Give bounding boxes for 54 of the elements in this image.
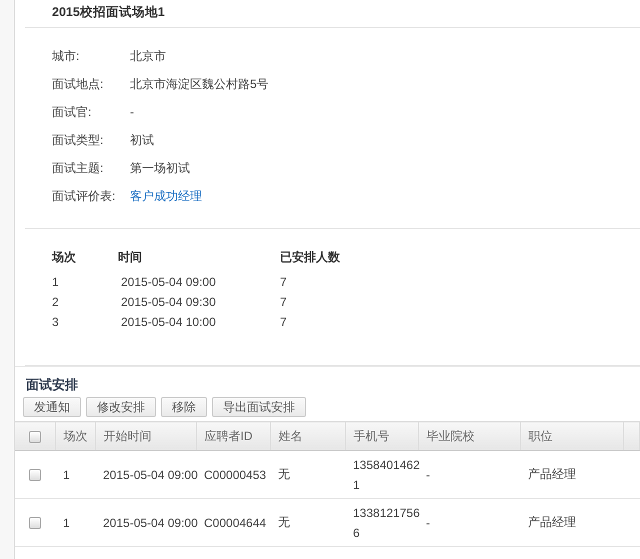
column-header: 应聘者ID [196, 422, 270, 450]
column-header: 已安排人数 [280, 249, 341, 266]
column-header: 时间 [118, 249, 143, 266]
field-label: 面试主题: [52, 160, 104, 176]
column-header: 开始时间 [95, 422, 196, 450]
column-header: 场次 [52, 249, 77, 266]
checkbox[interactable] [28, 430, 41, 443]
field-label: 面试地点: [52, 76, 104, 92]
field-label: 城市: [52, 48, 80, 64]
toolbar-button[interactable]: 发通知 [23, 397, 81, 417]
table-cell-text: 7 [280, 315, 288, 329]
table-cell: 2015-05-04 09:00 [95, 498, 196, 546]
toolbar-button[interactable]: 修改安排 [86, 397, 156, 417]
column-header: 毕业院校 [418, 422, 520, 450]
table-cell: C00004644 [196, 498, 270, 546]
table-cell-text: 2015-05-04 09:30 [120, 295, 217, 309]
table-cell: 无 [270, 450, 345, 498]
table-cell-text: 7 [280, 275, 288, 289]
column-header: 姓名 [270, 422, 345, 450]
checkbox[interactable] [29, 469, 41, 482]
table-cell-text: 3 [52, 315, 60, 329]
table-cell: 产品经理 [520, 450, 623, 498]
column-header: 场次 [55, 422, 95, 450]
table-cell: - [418, 498, 520, 546]
toolbar-button[interactable]: 导出面试安排 [212, 397, 306, 417]
checkbox[interactable] [29, 517, 41, 530]
field-value: 北京市 [130, 48, 166, 64]
table-cell-text: 13381217566 [353, 504, 421, 542]
table-cell: 1 [55, 450, 95, 498]
table-cell: 无 [270, 498, 345, 546]
field-label: 面试官: [52, 104, 92, 120]
column-header: 手机号 [345, 422, 418, 450]
table-cell-text: 7 [280, 295, 288, 309]
table-cell-text: 2015-05-04 09:00 [120, 275, 217, 289]
evaluation-link[interactable]: 客户成功经理 [130, 188, 202, 204]
column-header: 职位 [520, 422, 623, 450]
field-label: 面试评价表: [52, 188, 116, 204]
table-cell-text: 13584014621 [353, 456, 421, 494]
field-value: 北京市海淀区魏公村路5号 [130, 76, 269, 92]
venue-title: 2015校招面试场地1 [52, 5, 165, 19]
table-cell: 1 [55, 498, 95, 546]
table-cell-text: 1 [52, 275, 60, 289]
field-value: 第一场初试 [130, 160, 190, 176]
table-cell: - [418, 450, 520, 498]
section-title: 面试安排 [26, 377, 78, 392]
toolbar-button[interactable]: 移除 [161, 397, 207, 417]
field-value: - [130, 105, 134, 119]
table-cell: 2015-05-04 09:00 [95, 450, 196, 498]
table-cell: 产品经理 [520, 498, 623, 546]
table-cell-text: 2015-05-04 10:00 [120, 315, 217, 329]
field-value: 初试 [130, 132, 154, 148]
table-cell: C00000453 [196, 450, 270, 498]
field-label: 面试类型: [52, 132, 104, 148]
table-cell-text: 2 [52, 295, 60, 309]
